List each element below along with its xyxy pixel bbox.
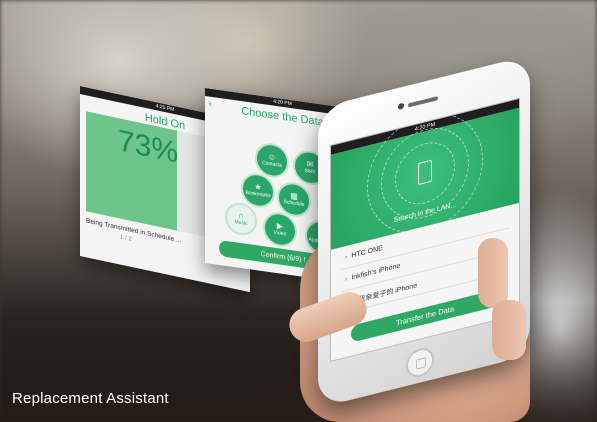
data-type-music[interactable]: ∩ Music (225, 200, 257, 238)
earpiece (408, 96, 438, 108)
finger (478, 238, 508, 308)
data-type-label: Schedule (283, 199, 305, 208)
lan-search-hero: Search in the LAN... (331, 100, 519, 250)
chevron-right-icon: › (345, 275, 348, 284)
home-button[interactable] (406, 345, 434, 381)
device-item[interactable]: › HTC ONE (345, 245, 383, 261)
data-type-label: Contacts (262, 160, 282, 169)
front-camera (398, 102, 404, 111)
data-type-label: Bookmarks (245, 189, 271, 200)
caption: Replacement Assistant (12, 390, 169, 407)
chevron-right-icon: › (345, 253, 348, 262)
finger (492, 300, 526, 360)
data-type-label: SMS (304, 167, 316, 176)
phone-icon (418, 159, 432, 186)
chevron-left-icon[interactable]: ‹ (209, 99, 212, 109)
data-type-label: Video (273, 229, 287, 238)
data-type-label: Music (234, 219, 248, 227)
progress-count: 1 / 2 (120, 234, 132, 243)
